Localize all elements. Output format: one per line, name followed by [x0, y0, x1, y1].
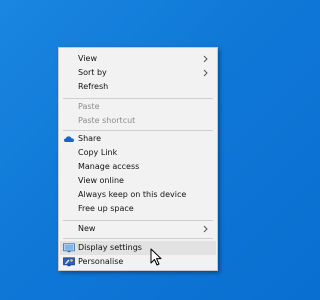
menu-item-label: Manage access: [78, 162, 140, 171]
menu-item-copy-link[interactable]: Copy Link: [60, 146, 216, 160]
menu-item-label: Free up space: [78, 204, 134, 213]
menu-item-manage-access[interactable]: Manage access: [60, 160, 216, 174]
menu-item-label: Personalise: [78, 257, 124, 266]
chevron-right-icon: [203, 69, 208, 77]
menu-item-paste[interactable]: Paste: [60, 100, 216, 114]
menu-item-label: View online: [78, 176, 124, 185]
menu-item-refresh[interactable]: Refresh: [60, 80, 216, 94]
mouse-pointer-icon: [150, 248, 162, 266]
menu-item-label: Paste: [78, 102, 100, 111]
menu-item-new[interactable]: New: [60, 222, 216, 236]
menu-item-label: Paste shortcut: [78, 116, 136, 125]
menu-item-view-online[interactable]: View online: [60, 174, 216, 188]
monitor-icon: [63, 243, 75, 253]
menu-item-share[interactable]: Share: [60, 132, 216, 146]
chevron-right-icon: [203, 55, 208, 63]
menu-item-label: Display settings: [78, 243, 142, 252]
menu-item-label: New: [78, 224, 96, 233]
menu-item-always-keep[interactable]: Always keep on this device: [60, 188, 216, 202]
chevron-right-icon: [203, 225, 208, 233]
menu-item-label: Sort by: [78, 68, 107, 77]
menu-item-label: Always keep on this device: [78, 190, 187, 199]
menu-separator: [63, 220, 213, 221]
menu-separator: [63, 98, 213, 99]
menu-item-personalise[interactable]: Personalise: [60, 255, 216, 269]
menu-item-sort-by[interactable]: Sort by: [60, 66, 216, 80]
menu-item-paste-shortcut[interactable]: Paste shortcut: [60, 114, 216, 128]
menu-item-label: View: [78, 54, 97, 63]
context-menu: View Sort by Refresh Paste Paste shortcu…: [58, 47, 218, 271]
menu-item-label: Refresh: [78, 82, 109, 91]
menu-item-display-settings[interactable]: Display settings: [60, 241, 216, 255]
menu-item-view[interactable]: View: [60, 52, 216, 66]
onedrive-cloud-icon: [64, 136, 74, 142]
menu-item-free-up-space[interactable]: Free up space: [60, 202, 216, 216]
menu-separator: [63, 238, 213, 239]
menu-item-label: Share: [78, 134, 102, 143]
menu-separator: [63, 130, 213, 131]
personalise-icon: [63, 257, 75, 267]
menu-item-label: Copy Link: [78, 148, 118, 157]
